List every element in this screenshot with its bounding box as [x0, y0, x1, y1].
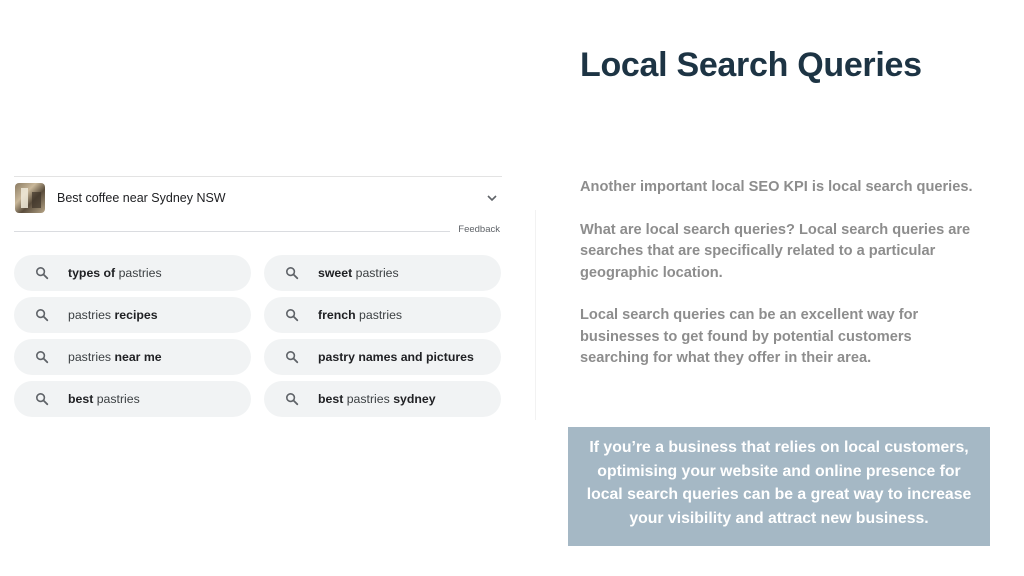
search-result-row[interactable]: Best coffee near Sydney NSW [14, 177, 502, 219]
related-search-chip[interactable]: pastries near me [14, 339, 251, 375]
query-bold-part: pastry names and pictures [318, 350, 474, 364]
related-search-chip[interactable]: types of pastries [14, 255, 251, 291]
related-search-label: french pastries [318, 308, 402, 322]
query-part: pastries [93, 392, 140, 406]
paragraph: Another important local SEO KPI is local… [580, 179, 973, 195]
query-bold-part: best [68, 392, 94, 406]
paragraph: What are local search queries? Local sea… [580, 221, 971, 281]
query-part: pastries [68, 350, 115, 364]
query-bold-part: types of [68, 266, 116, 280]
search-icon [285, 350, 299, 364]
page-title: Local Search Queries [580, 46, 922, 84]
query-part: pastries [115, 266, 162, 280]
feedback-row: Feedback [14, 224, 502, 247]
related-search-label: pastries near me [68, 350, 162, 364]
related-search-chip[interactable]: best pastries sydney [264, 381, 501, 417]
query-part: pastries [355, 308, 403, 322]
query-bold-part: best [318, 392, 344, 406]
related-search-chip[interactable]: sweet pastries [264, 255, 501, 291]
search-icon [35, 308, 49, 322]
result-title[interactable]: Best coffee near Sydney NSW [57, 191, 484, 205]
related-search-chip[interactable]: best pastries [14, 381, 251, 417]
search-icon [35, 392, 49, 406]
related-search-label: types of pastries [68, 266, 162, 280]
search-icon [285, 266, 299, 280]
related-search-chip[interactable]: pastry names and pictures [264, 339, 501, 375]
related-search-label: best pastries sydney [318, 392, 436, 406]
query-part: pastries [352, 266, 399, 280]
related-search-label: sweet pastries [318, 266, 399, 280]
search-results-panel: Best coffee near Sydney NSW Feedback typ… [14, 176, 502, 417]
query-bold-part: recipes [114, 308, 158, 322]
query-bold-part: french [318, 308, 356, 322]
body-text: Another important local SEO KPI is local… [580, 177, 980, 391]
callout-text: If you’re a business that relies on loca… [586, 439, 972, 527]
chevron-down-icon[interactable] [484, 190, 500, 206]
result-thumbnail [15, 183, 45, 213]
query-bold-part: near me [114, 350, 162, 364]
search-icon [35, 266, 49, 280]
divider [14, 231, 450, 232]
related-search-chip[interactable]: pastries recipes [14, 297, 251, 333]
query-bold-part: sydney [393, 392, 436, 406]
search-icon [285, 308, 299, 322]
query-part: pastries [343, 392, 394, 406]
related-search-label: pastry names and pictures [318, 350, 474, 364]
feedback-link[interactable]: Feedback [458, 224, 500, 235]
search-icon [285, 392, 299, 406]
related-search-label: pastries recipes [68, 308, 158, 322]
search-icon [35, 350, 49, 364]
callout-box: If you’re a business that relies on loca… [568, 427, 990, 546]
query-part: pastries [68, 308, 115, 322]
related-searches: types of pastries sweet pastries pastries … [14, 255, 502, 417]
query-bold-part: sweet [318, 266, 353, 280]
related-search-label: best pastries [68, 392, 140, 406]
paragraph: Local search queries can be an excellent… [580, 307, 919, 366]
related-search-chip[interactable]: french pastries [264, 297, 501, 333]
vertical-divider [535, 210, 536, 420]
